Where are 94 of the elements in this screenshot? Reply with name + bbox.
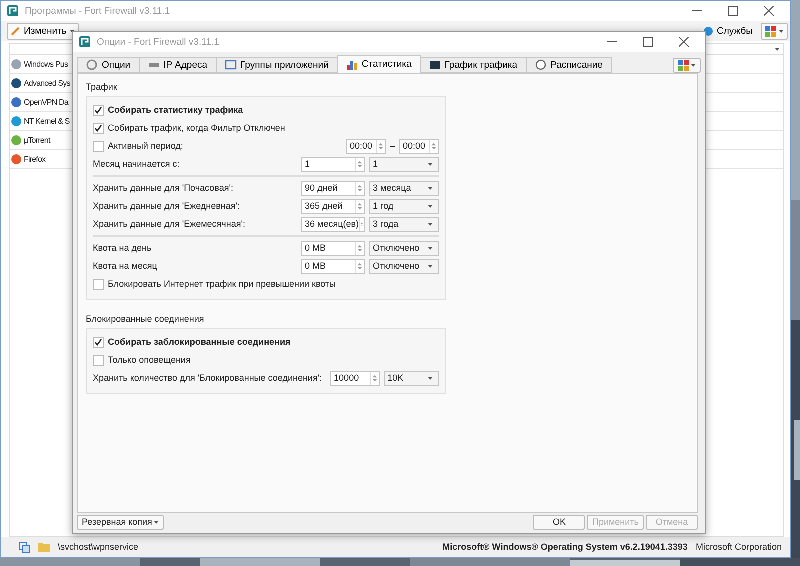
spin-arrows-icon[interactable] (359, 218, 364, 230)
setting-label: Квота на день (93, 243, 152, 253)
tab[interactable]: Расписание (526, 57, 612, 73)
maximize-icon[interactable] (728, 6, 738, 16)
maximize-icon[interactable] (643, 37, 653, 47)
time-field[interactable]: 00:00 (399, 138, 439, 154)
setting-label: Квота на месяц (93, 261, 158, 271)
company-name: Microsoft Corporation (696, 542, 782, 552)
tab[interactable]: Опции (77, 57, 140, 73)
dropdown[interactable]: 10K (384, 370, 439, 386)
backup-button[interactable]: Резервная копия (77, 514, 164, 530)
caret-icon (428, 204, 433, 208)
app-logo-icon (7, 5, 19, 17)
checkbox[interactable] (93, 336, 104, 348)
product-name: Microsoft® Windows® Operating System v6.2.19041.3393 (442, 542, 688, 552)
dialog-title: Опции - Fort Firewall v3.11.1 (97, 36, 220, 48)
caret-icon (428, 186, 433, 190)
group-title: Трафик (86, 82, 118, 92)
time-field[interactable]: 00:00 (346, 138, 386, 154)
spin-field[interactable]: 0 MB (301, 258, 365, 274)
window-icon (224, 59, 237, 71)
dropdown[interactable]: 3 года (369, 216, 439, 232)
dropdown[interactable]: 1 (369, 156, 439, 172)
tab[interactable]: Группы приложений (216, 57, 338, 73)
checkbox[interactable] (93, 354, 104, 366)
caret-icon (428, 246, 433, 250)
spin-arrows-icon[interactable] (355, 242, 364, 254)
spin-field[interactable]: 90 дней (301, 180, 365, 196)
checkbox-label: Собирать статистику трафика (108, 105, 244, 115)
setting-label: Хранить данные для 'Ежедневная': (93, 201, 240, 211)
program-name: Windows Pus (24, 60, 68, 68)
caret-icon (691, 64, 696, 67)
spin-field[interactable]: 0 MB (301, 240, 365, 256)
program-name: µTorrent (24, 136, 50, 144)
checkbox[interactable] (93, 278, 104, 290)
grid-icon (765, 26, 776, 36)
spin-arrows-icon[interactable] (355, 260, 364, 272)
checkbox[interactable] (93, 140, 104, 152)
window-title: Программы - Fort Firewall v3.11.1 (25, 6, 170, 16)
checkbox-label: Собирать трафик, когда Фильтр Отключен (108, 123, 286, 133)
edit-button[interactable]: Изменить (7, 22, 79, 40)
copy-icon[interactable] (19, 542, 30, 552)
caret-icon (779, 30, 784, 32)
spin-field[interactable]: 1 (301, 156, 365, 172)
services-button[interactable]: Службы (699, 22, 757, 40)
dropdown[interactable]: 1 год (369, 198, 439, 214)
setting-label: Хранить количество для 'Блокированные соединения': (93, 373, 322, 383)
program-name: OpenVPN Da (24, 98, 68, 106)
spin-field[interactable]: 365 дней (301, 198, 365, 214)
spin-arrows-icon[interactable] (355, 182, 364, 194)
app-logo-icon (79, 36, 91, 48)
tab[interactable]: IP Адреса (138, 57, 217, 73)
checkbox[interactable] (93, 122, 104, 134)
caret-icon (775, 48, 780, 50)
dialog-button[interactable]: OK (533, 514, 586, 530)
spin-arrows-icon[interactable] (429, 140, 438, 152)
checkbox-label: Собирать заблокированные соединения (108, 337, 291, 347)
spin-arrows-icon[interactable] (355, 200, 364, 212)
caret-icon (428, 222, 433, 226)
caret-icon (428, 376, 433, 380)
program-path: \svchost\wpnservice (58, 542, 139, 552)
caret-icon (428, 162, 433, 166)
setting-label: Хранить данные для 'Почасовая': (93, 183, 234, 193)
dropdown[interactable]: Отключено (369, 240, 439, 256)
program-name: Firefox (24, 154, 46, 164)
close-icon[interactable] (764, 6, 774, 16)
spin-arrows-icon[interactable] (355, 158, 364, 170)
program-name: NT Kernel & S (24, 116, 70, 126)
grid-icon (678, 60, 689, 71)
program-name: Advanced Sys (24, 78, 70, 88)
close-icon[interactable] (679, 37, 689, 47)
pencil-icon (11, 26, 21, 36)
dropdown[interactable]: 3 месяца (369, 180, 439, 196)
caret-icon (428, 264, 433, 268)
view-menu-button[interactable] (673, 58, 701, 73)
group-title: Блокированные соединения (86, 314, 206, 324)
tab[interactable]: Статистика (336, 55, 421, 73)
caret-icon (154, 520, 160, 524)
spin-field[interactable]: 10000 (330, 370, 380, 386)
tab[interactable]: График трафика (420, 57, 527, 73)
spin-field[interactable]: 36 месяц(ев) (301, 216, 365, 232)
spin-arrows-icon[interactable] (376, 140, 385, 152)
setting-label: Месяц начинается с: (93, 159, 180, 169)
checkbox-label: Активный период: (108, 141, 184, 151)
setting-label: Хранить данные для 'Ежемесячная': (93, 219, 246, 229)
folder-icon[interactable] (38, 542, 50, 552)
dropdown[interactable]: Отключено (369, 258, 439, 274)
view-menu-button[interactable] (761, 22, 788, 40)
spin-arrows-icon[interactable] (370, 372, 379, 384)
checkbox[interactable] (93, 104, 104, 116)
checkbox-label: Только оповещения (108, 355, 191, 365)
checkbox-label: Блокировать Интернет трафик при превышении квоты (108, 279, 336, 289)
dash: – (390, 141, 395, 151)
bar-chart-icon (346, 58, 358, 70)
